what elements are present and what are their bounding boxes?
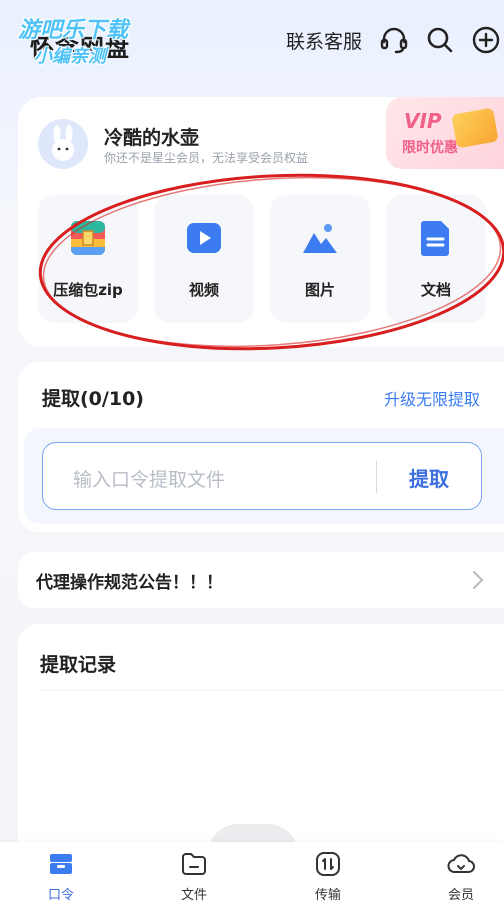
nav-tab-member[interactable]: 会员 [416,842,504,902]
contact-service-link[interactable]: 联系客服 [286,27,362,54]
category-image[interactable]: 图片 [270,195,370,323]
nav-label: 口令 [47,888,74,902]
document-icon [421,221,449,256]
nav-tab-transfer[interactable]: 传输 [283,842,373,902]
vip-promo-banner[interactable]: VIP 限时优惠 [386,97,504,169]
nav-label: 传输 [314,888,341,902]
member-icon [447,854,475,873]
upgrade-unlimited-link[interactable]: 升级无限提取 [384,386,480,410]
video-icon [187,223,221,253]
profile-card: 冷酷的水壶 你还不是星尘会员，无法享受会员权益 VIP 限时优惠 压缩包zip … [18,97,504,347]
category-video[interactable]: 视频 [154,195,254,323]
vip-ticket-icon [451,107,499,149]
extract-card: 提取(0/10) 升级无限提取 输入口令提取文件 提取 [18,362,504,532]
transfer-icon [316,852,340,876]
category-label: 视频 [188,281,219,299]
headset-icon[interactable] [376,22,412,58]
nav-label: 会员 [447,888,474,902]
zip-icon [71,221,105,255]
extract-title: 提取(0/10) [42,388,144,410]
extract-button[interactable]: 提取 [393,463,465,492]
folder-icon [182,853,206,875]
extract-records-panel: 提取记录 [18,624,504,864]
records-divider [38,690,504,691]
extract-code-input[interactable]: 输入口令提取文件 提取 [42,442,482,510]
membership-status: 你还不是星尘会员，无法享受会员权益 [104,151,309,165]
header-actions: 联系客服 [286,22,504,58]
username: 冷酷的水壶 [104,127,200,149]
chevron-right-icon [473,571,484,589]
category-row: 压缩包zip 视频 图片 文档 [38,195,504,323]
extract-box: 输入口令提取文件 提取 [24,428,504,524]
code-icon [50,854,72,874]
nav-tab-files[interactable]: 文件 [149,842,239,902]
category-label: 文档 [420,281,451,299]
input-divider [376,461,377,493]
category-label: 压缩包zip [53,281,123,299]
vip-title: VIP [404,109,442,133]
vip-subtitle: 限时优惠 [402,140,458,156]
header: 怀念网盘 游吧乐下载 小编亲测 联系客服 [0,0,504,80]
image-icon [303,224,337,253]
nav-tab-code[interactable]: 口令 [16,842,106,902]
category-zip[interactable]: 压缩包zip [38,195,138,323]
extract-code-placeholder: 输入口令提取文件 [73,469,226,491]
app-logo: 怀念网盘 游吧乐下载 小编亲测 [16,10,156,67]
add-icon[interactable] [468,22,504,58]
notice-bar[interactable]: 代理操作规范公告！！！ [18,552,504,608]
search-icon[interactable] [422,22,458,58]
watermark-line1: 游吧乐下载 [18,18,129,43]
notice-text: 代理操作规范公告！！！ [36,573,223,593]
category-document[interactable]: 文档 [386,195,486,323]
avatar[interactable] [38,119,88,169]
watermark-line2: 小编亲测 [34,46,106,67]
records-title: 提取记录 [40,654,117,676]
category-label: 图片 [304,281,335,299]
nav-label: 文件 [180,888,207,902]
bottom-nav: 口令 文件 传输 会员 [0,842,504,902]
